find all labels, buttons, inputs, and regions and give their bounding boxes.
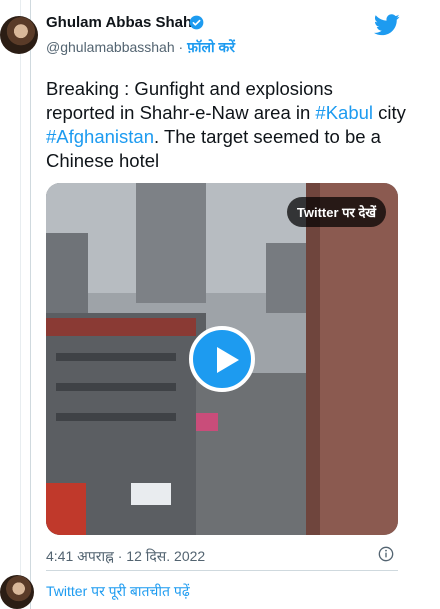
video-player[interactable]: Twitter पर देखें: [46, 183, 398, 535]
hashtag-link[interactable]: #Kabul: [315, 102, 373, 123]
thread-line: [20, 0, 21, 609]
tweet-text: Breaking : Gunfight and explosions repor…: [46, 77, 406, 173]
follow-button[interactable]: फ़ॉलो करें: [187, 39, 235, 55]
hashtag-link[interactable]: #Afghanistan: [46, 126, 154, 147]
info-icon[interactable]: [378, 546, 394, 562]
author-avatar[interactable]: [0, 16, 38, 54]
verified-badge-icon: [189, 15, 204, 30]
divider: [46, 570, 398, 571]
tweet-text-segment: city: [373, 102, 406, 123]
tweet-timestamp[interactable]: 4:41 अपराह्न · 12 दिस. 2022: [46, 547, 205, 566]
author-name[interactable]: Ghulam Abbas Shah: [46, 14, 192, 31]
read-conversation-link[interactable]: Twitter पर पूरी बातचीत पढ़ें: [46, 582, 190, 601]
author-handle-row: @ghulamabbasshah · फ़ॉलो करें: [46, 38, 235, 57]
separator: ·: [178, 39, 184, 55]
watch-on-twitter-button[interactable]: Twitter पर देखें: [286, 197, 386, 227]
reply-avatar: [0, 575, 34, 609]
author-handle[interactable]: @ghulamabbasshah: [46, 39, 175, 55]
play-icon[interactable]: [189, 326, 255, 392]
twitter-bird-icon[interactable]: [374, 14, 400, 36]
tweet-text-segment: Breaking : Gunfight and explosions repor…: [46, 78, 333, 123]
